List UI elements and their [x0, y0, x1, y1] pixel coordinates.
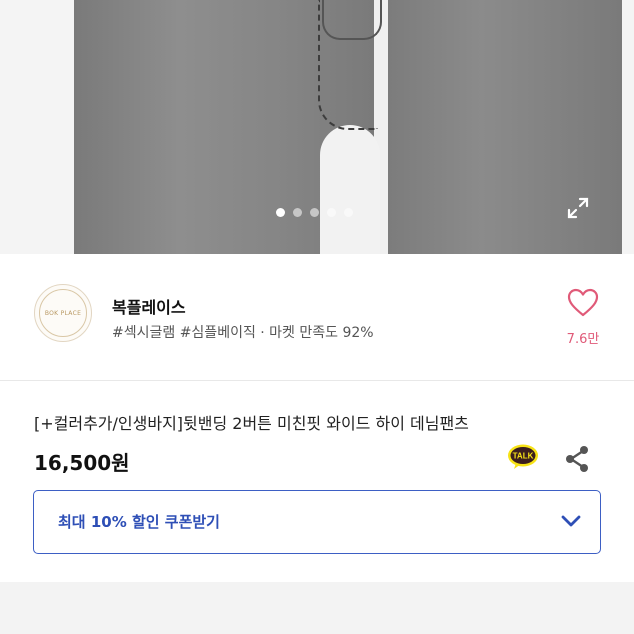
gallery-dot[interactable] — [327, 208, 336, 217]
image-background — [0, 0, 74, 254]
seller-name[interactable]: 복플레이스 — [112, 294, 186, 318]
seller-logo-ring: BOK PLACE — [39, 289, 87, 337]
product-title: [+컬러추가/인생바지]뒷밴딩 2버튼 미친핏 와이드 하이 데님팬츠 — [34, 414, 469, 433]
heart-icon[interactable] — [567, 288, 599, 318]
section-divider — [0, 582, 634, 634]
gallery-dot[interactable] — [310, 208, 319, 217]
seller-logo-text: BOK PLACE — [44, 309, 82, 317]
share-icon[interactable] — [563, 444, 591, 474]
gallery-dot[interactable] — [293, 208, 302, 217]
coupon-label: 최대 10% 할인 쿠폰받기 — [58, 513, 220, 531]
coupon-download-button[interactable]: 최대 10% 할인 쿠폰받기 — [33, 490, 601, 554]
gallery-dot[interactable] — [344, 208, 353, 217]
kakao-talk-icon[interactable]: TALK — [507, 444, 539, 470]
seller-section[interactable]: BOK PLACE 복플레이스 #섹시글램 #심플베이직 · 마켓 만족도 92… — [0, 254, 634, 381]
product-image-gap — [320, 125, 380, 254]
product-price: 16,500원 — [34, 451, 130, 475]
product-image-gallery[interactable] — [0, 0, 634, 254]
gallery-dot-active[interactable] — [276, 208, 285, 217]
seller-logo[interactable]: BOK PLACE — [34, 284, 92, 342]
like-count: 7.6만 — [566, 332, 600, 347]
gallery-pagination-dots — [276, 208, 353, 217]
chevron-down-icon — [561, 515, 581, 527]
kakao-talk-label: TALK — [513, 452, 534, 461]
seller-tags: #섹시글램 #심플베이직 · 마켓 만족도 92% — [112, 325, 374, 341]
product-image-pocket — [322, 0, 382, 40]
expand-icon[interactable] — [566, 196, 590, 220]
